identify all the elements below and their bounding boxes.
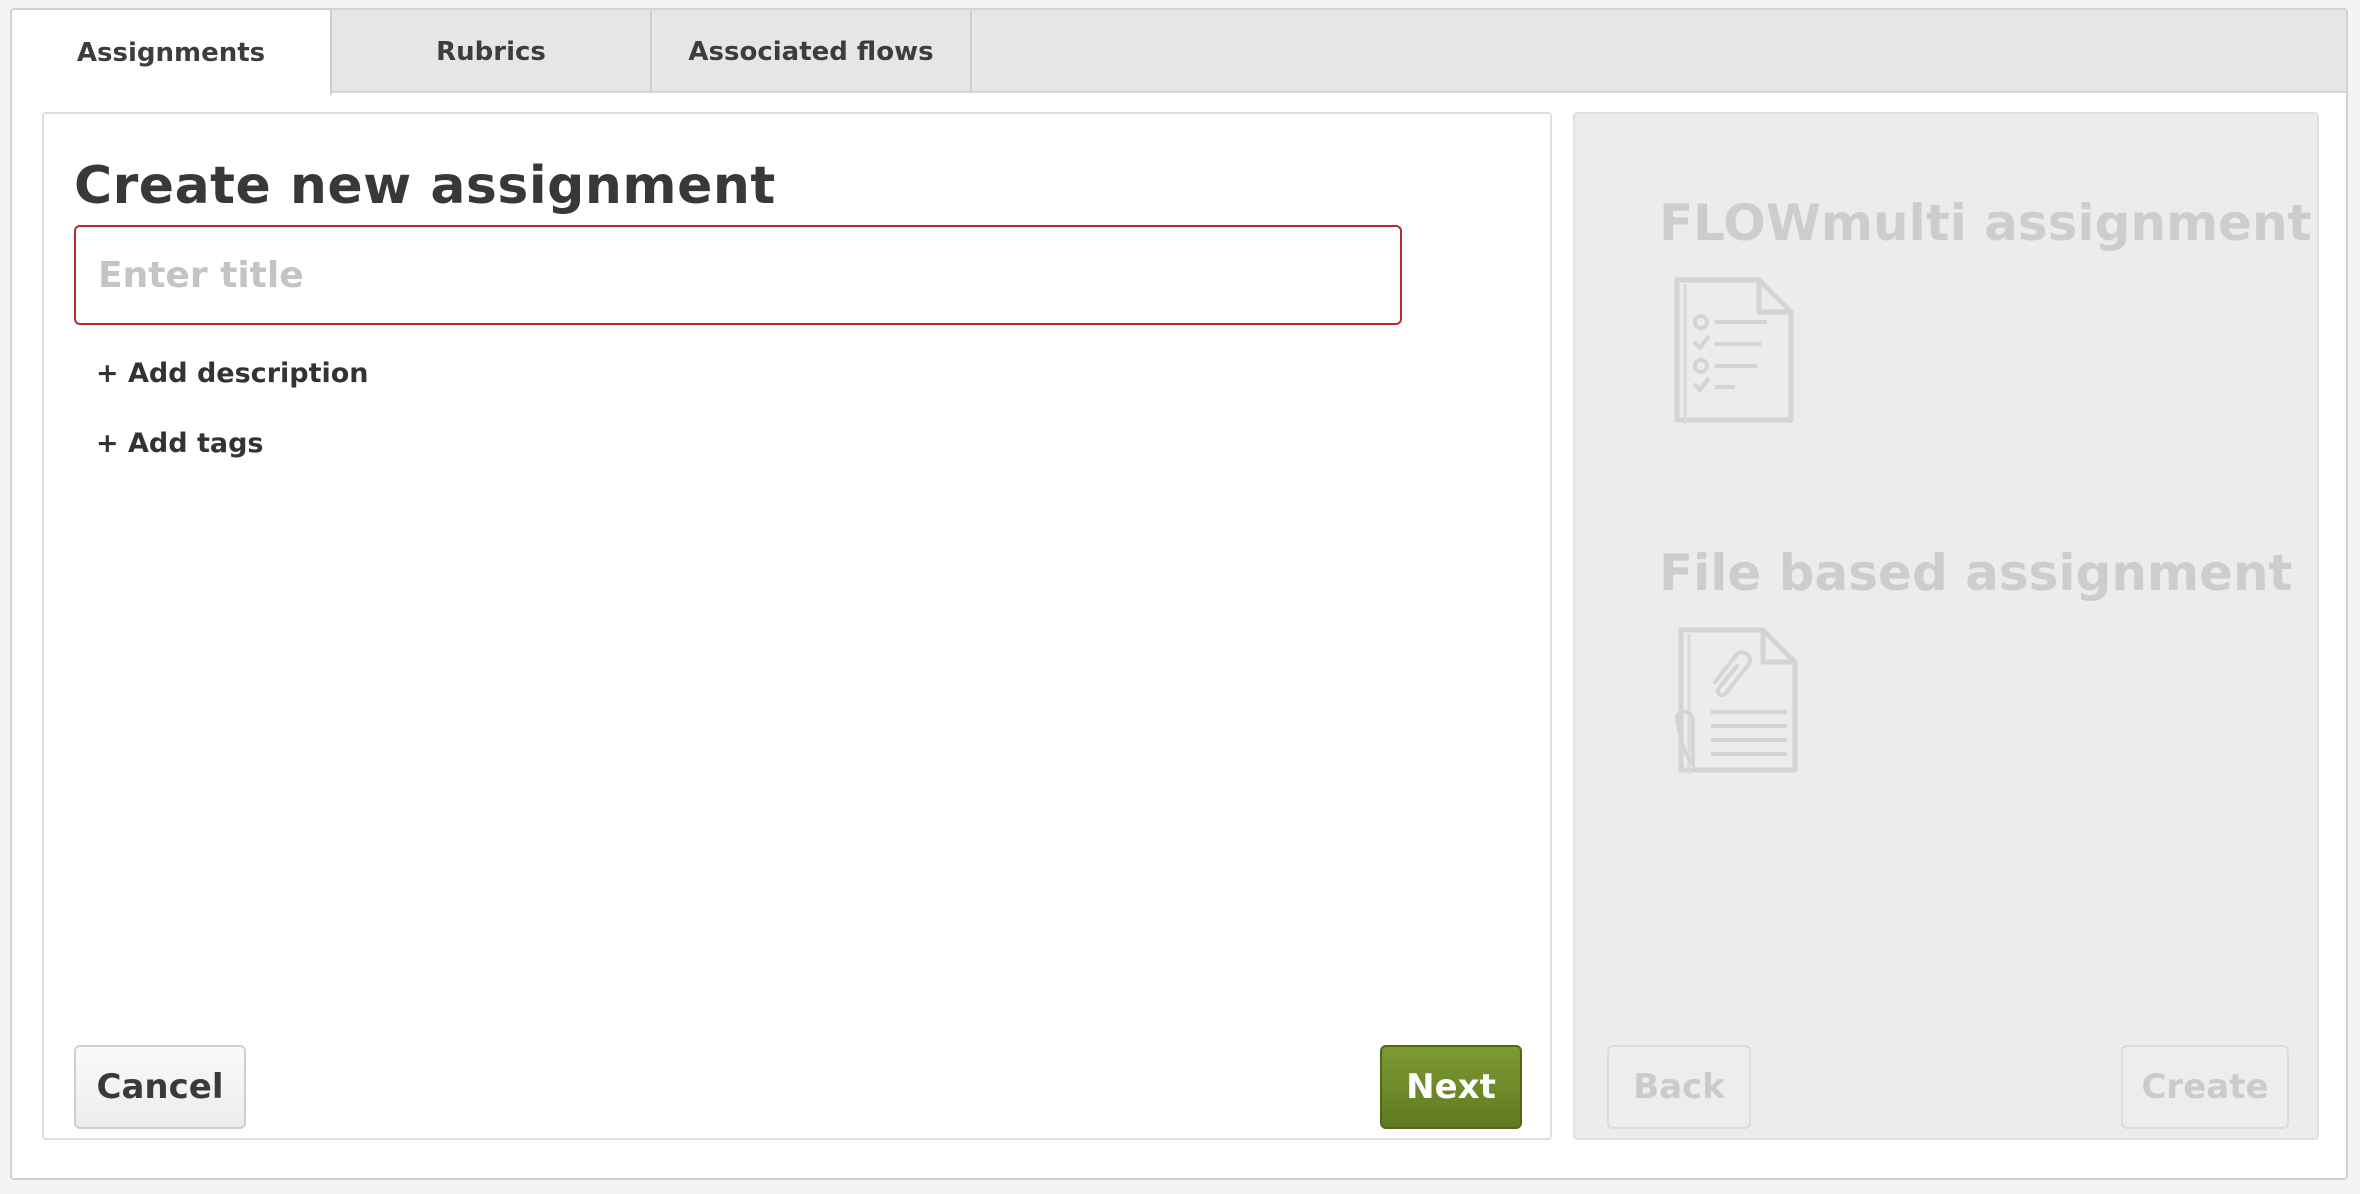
tab-rubrics[interactable]: Rubrics — [332, 10, 652, 93]
file-based-assignment-title[interactable]: File based assignment — [1659, 544, 2292, 602]
assignment-editor-panel: Create new assignment + Add description … — [42, 112, 1552, 1140]
add-tags-link[interactable]: + Add tags — [96, 428, 264, 459]
title-input[interactable] — [74, 225, 1402, 325]
cancel-button[interactable]: Cancel — [74, 1045, 246, 1129]
create-button[interactable]: Create — [2121, 1045, 2289, 1129]
back-button[interactable]: Back — [1607, 1045, 1751, 1129]
page-title: Create new assignment — [74, 156, 776, 216]
assignment-type-panel: FLOWmulti assignment File based assignme… — [1573, 112, 2319, 1140]
next-button[interactable]: Next — [1380, 1045, 1522, 1129]
tab-associated-flows[interactable]: Associated flows — [652, 10, 972, 93]
checklist-document-icon[interactable] — [1671, 274, 1801, 429]
flowmulti-assignment-title[interactable]: FLOWmulti assignment — [1659, 194, 2311, 252]
add-description-link[interactable]: + Add description — [96, 358, 369, 389]
attachment-document-icon[interactable] — [1671, 624, 1801, 779]
tab-assignments[interactable]: Assignments — [12, 10, 332, 95]
app-frame: Assignments Rubrics Associated flows Cre… — [10, 8, 2348, 1180]
tab-bar: Assignments Rubrics Associated flows — [12, 10, 2346, 95]
